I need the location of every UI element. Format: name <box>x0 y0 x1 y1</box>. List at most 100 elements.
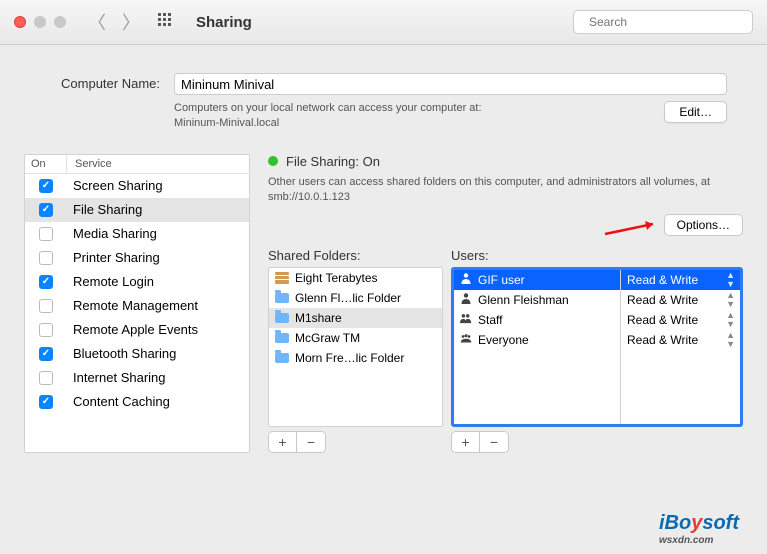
service-checkbox[interactable] <box>39 179 53 193</box>
folder-icon <box>275 313 289 323</box>
folder-label: McGraw TM <box>295 331 360 345</box>
stepper-icon[interactable]: ▲▼ <box>726 291 734 309</box>
service-checkbox[interactable] <box>39 227 53 241</box>
window-titlebar: 〈 〉 Sharing <box>0 0 767 45</box>
service-row[interactable]: Content Caching <box>25 390 249 414</box>
person-icon <box>460 272 472 287</box>
forward-button[interactable]: 〉 <box>122 9 140 35</box>
folder-icon <box>275 293 289 303</box>
service-row[interactable]: Internet Sharing <box>25 366 249 390</box>
user-row[interactable]: Glenn Fleishman <box>454 290 620 310</box>
status-description: Other users can access shared folders on… <box>268 175 743 206</box>
folder-icon <box>275 333 289 343</box>
service-row[interactable]: File Sharing <box>25 198 249 222</box>
folder-label: Eight Terabytes <box>295 271 378 285</box>
stepper-icon[interactable]: ▲▼ <box>726 311 734 329</box>
folder-row[interactable]: Morn Fre…lic Folder <box>269 348 442 368</box>
stepper-icon[interactable]: ▲▼ <box>726 331 734 349</box>
user-row[interactable]: Everyone <box>454 330 620 350</box>
folder-icon <box>275 353 289 363</box>
stepper-icon[interactable]: ▲▼ <box>726 271 734 289</box>
services-list: On Service Screen Sharing File Sharing Med… <box>24 154 250 453</box>
edit-button[interactable]: Edit… <box>664 101 727 123</box>
window-title: Sharing <box>196 14 252 31</box>
status-dot-icon <box>268 156 278 166</box>
col-service: Service <box>67 155 249 173</box>
permission-label: Read & Write <box>627 293 698 307</box>
folder-row[interactable]: M1share <box>269 308 442 328</box>
service-label: File Sharing <box>67 202 249 217</box>
add-folder-button[interactable]: + <box>269 432 297 452</box>
search-icon <box>582 16 583 29</box>
services-header: On Service <box>25 155 249 174</box>
user-label: Everyone <box>478 333 529 347</box>
service-checkbox[interactable] <box>39 203 53 217</box>
folder-row[interactable]: Eight Terabytes <box>269 268 442 288</box>
permission-row[interactable]: Read & Write ▲▼ <box>621 330 740 350</box>
permission-label: Read & Write <box>627 273 698 287</box>
service-row[interactable]: Remote Management <box>25 294 249 318</box>
computer-name-input[interactable] <box>174 73 727 95</box>
maximize-window-button[interactable] <box>54 16 66 28</box>
col-on: On <box>25 155 67 173</box>
traffic-lights <box>14 16 66 28</box>
permission-row[interactable]: Read & Write ▲▼ <box>621 290 740 310</box>
folder-label: M1share <box>295 311 342 325</box>
user-label: Glenn Fleishman <box>478 293 569 307</box>
person-icon <box>460 332 472 347</box>
users-add-remove: + − <box>451 431 509 453</box>
user-row[interactable]: GIF user <box>454 270 620 290</box>
service-checkbox[interactable] <box>39 323 53 337</box>
service-checkbox[interactable] <box>39 251 53 265</box>
folders-add-remove: + − <box>268 431 326 453</box>
permission-row[interactable]: Read & Write ▲▼ <box>621 270 740 290</box>
person-icon <box>460 292 472 307</box>
annotation-arrow <box>603 218 663 243</box>
shared-folders-list[interactable]: Eight Terabytes Glenn Fl…lic Folder M1shar… <box>268 267 443 427</box>
close-window-button[interactable] <box>14 16 26 28</box>
service-checkbox[interactable] <box>39 347 53 361</box>
computer-name-subtext: Computers on your local network can acce… <box>174 101 652 132</box>
add-user-button[interactable]: + <box>452 432 480 452</box>
service-label: Media Sharing <box>67 226 249 241</box>
user-row[interactable]: Staff <box>454 310 620 330</box>
minimize-window-button[interactable] <box>34 16 46 28</box>
service-label: Content Caching <box>67 394 249 409</box>
service-label: Bluetooth Sharing <box>67 346 249 361</box>
shared-folders-label: Shared Folders: <box>268 248 443 263</box>
remove-user-button[interactable]: − <box>480 432 508 452</box>
permission-label: Read & Write <box>627 333 698 347</box>
folder-label: Morn Fre…lic Folder <box>295 351 404 365</box>
service-label: Printer Sharing <box>67 250 249 265</box>
service-row[interactable]: Screen Sharing <box>25 174 249 198</box>
person-icon <box>460 312 472 327</box>
detail-pane: File Sharing: On Other users can access … <box>268 154 743 453</box>
service-row[interactable]: Bluetooth Sharing <box>25 342 249 366</box>
remove-folder-button[interactable]: − <box>297 432 325 452</box>
computer-name-label: Computer Name: <box>40 73 160 91</box>
status-title: File Sharing: On <box>286 154 380 169</box>
user-label: Staff <box>478 313 502 327</box>
service-checkbox[interactable] <box>39 371 53 385</box>
watermark: iBoysoft wsxdn.com <box>659 512 739 546</box>
folder-label: Glenn Fl…lic Folder <box>295 291 401 305</box>
permission-row[interactable]: Read & Write▲▼ <box>621 310 740 330</box>
users-list[interactable]: GIF user Glenn Fleishman Staff Everyone Rea… <box>451 267 743 427</box>
search-field[interactable] <box>573 10 753 34</box>
back-button[interactable]: 〈 <box>88 9 106 35</box>
folder-row[interactable]: McGraw TM <box>269 328 442 348</box>
service-row[interactable]: Media Sharing <box>25 222 249 246</box>
folder-row[interactable]: Glenn Fl…lic Folder <box>269 288 442 308</box>
service-label: Screen Sharing <box>67 178 249 193</box>
service-row[interactable]: Remote Login <box>25 270 249 294</box>
service-label: Remote Management <box>67 298 249 313</box>
service-checkbox[interactable] <box>39 299 53 313</box>
service-checkbox[interactable] <box>39 395 53 409</box>
service-checkbox[interactable] <box>39 275 53 289</box>
show-all-icon[interactable] <box>158 13 176 31</box>
nav-arrows: 〈 〉 <box>88 9 140 35</box>
search-input[interactable] <box>589 15 744 29</box>
service-row[interactable]: Remote Apple Events <box>25 318 249 342</box>
options-button[interactable]: Options… <box>664 214 743 236</box>
service-row[interactable]: Printer Sharing <box>25 246 249 270</box>
